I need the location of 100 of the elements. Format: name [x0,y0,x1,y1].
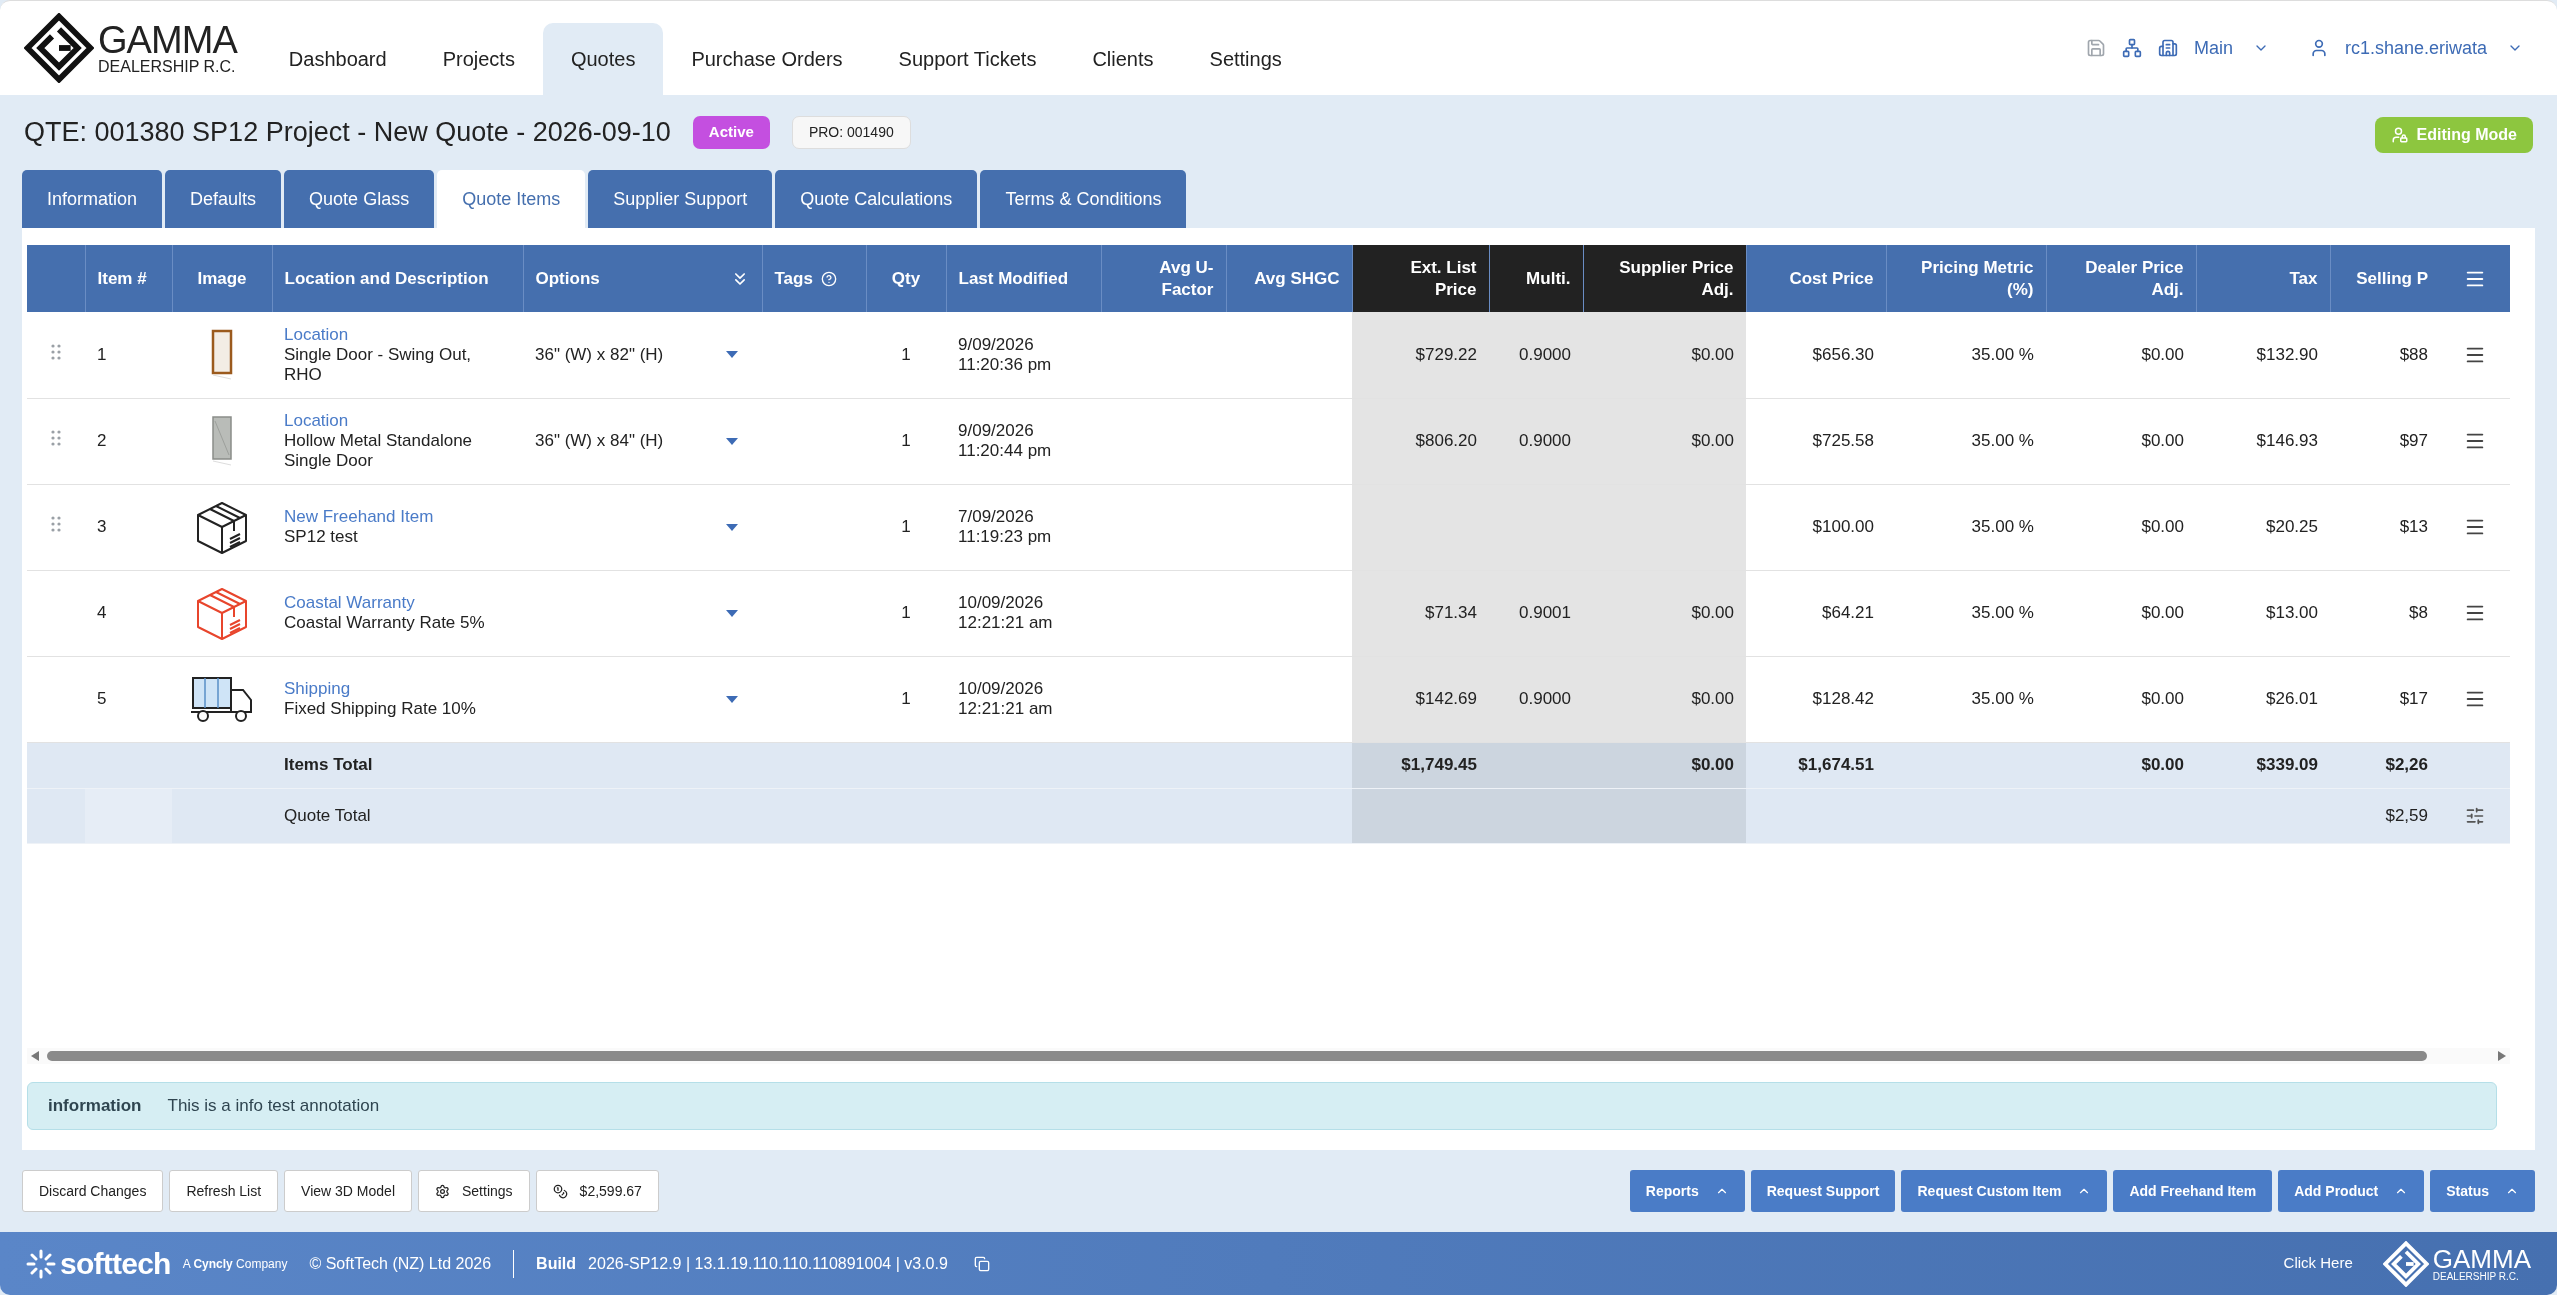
item-description: SP12 test [284,527,358,547]
total-value: $0.00 [2141,755,2184,775]
price-value: $132.90 [2256,345,2318,364]
project-chip[interactable]: PRO: 001490 [791,116,911,149]
action-button[interactable]: $2,599.67 [535,1170,659,1212]
action-button[interactable]: Add Product [2278,1170,2425,1212]
brand-subtitle: DEALERSHIP R.C. [98,59,237,75]
action-button[interactable]: Discard Changes [22,1170,164,1212]
column-header[interactable]: Ext. List Price [1352,245,1489,312]
help-icon[interactable] [820,270,837,287]
item-number: 3 [97,517,107,537]
price-value: $0.00 [1691,345,1734,364]
modified-time: 11:20:44 pm [958,441,1052,461]
build-version: 2026-SP12.9 | 13.1.19.110.110.110891004 | v3.0.9 [588,1253,948,1274]
action-button[interactable]: Request Custom Item [1901,1170,2108,1212]
price-value: 35.00 % [1971,431,2034,451]
tab[interactable]: Defaults [165,170,282,228]
price-value: 0.9000 [1519,431,1571,451]
user-lock-icon [2390,126,2409,144]
modified-date: 7/09/2026 [958,507,1034,527]
column-header[interactable]: Options [523,245,762,312]
price-value: 35.00 % [1971,345,2034,364]
drag-handle-icon[interactable] [51,516,61,533]
column-header[interactable]: Location and Description [272,245,523,312]
copy-icon[interactable] [973,1255,990,1272]
tab[interactable]: Supplier Support [588,170,773,228]
column-header[interactable]: Item # [85,245,172,312]
action-button[interactable]: Settings [418,1170,530,1212]
tab[interactable]: Information [22,170,163,228]
column-header[interactable]: Tags [762,245,866,312]
column-header[interactable]: Image [172,245,272,312]
column-header[interactable]: Avg U-Factor [1101,245,1226,312]
location-link[interactable]: New Freehand Item [284,507,434,527]
total-value: $2,59 [2385,805,2428,825]
column-header[interactable]: Last Modified [946,245,1101,312]
price-value: 0.9000 [1519,345,1571,364]
click-here-link[interactable]: Click Here [2283,1252,2353,1275]
horizontal-scrollbar[interactable] [27,1048,2510,1064]
dropdown-caret-icon[interactable] [726,609,738,617]
dropdown-caret-icon[interactable] [726,437,738,445]
tab[interactable]: Terms & Conditions [980,170,1187,228]
column-header[interactable]: Supplier Price Adj. [1583,245,1746,312]
tab[interactable]: Quote Glass [284,170,435,228]
action-button[interactable]: Refresh List [169,1170,279,1212]
action-button[interactable]: View 3D Model [284,1170,412,1212]
item-options: 36" (W) x 84" (H) [535,428,664,454]
item-number: 2 [97,431,107,451]
item-number: 5 [97,689,107,709]
footer-brand: softtech [60,1246,171,1282]
action-button[interactable]: Add Freehand Item [2113,1170,2273,1212]
total-value: $1,749.45 [1401,755,1477,775]
modified-date: 9/09/2026 [958,421,1034,441]
column-header[interactable]: Selling P [2330,245,2440,312]
column-header[interactable]: Cost Price [1746,245,1886,312]
column-header[interactable]: Dealer Price Adj. [2046,245,2196,312]
quote-title: QTE: 001380 SP12 Project - New Quote - 2026-09-10 [24,116,671,150]
item-number: 1 [97,345,107,364]
action-button[interactable]: Status [2430,1170,2535,1212]
building-icon [2157,38,2178,58]
user-menu[interactable]: rc1.shane.eriwata [2344,34,2523,62]
tab[interactable]: Quote Items [437,170,586,228]
tab[interactable]: Quote Calculations [775,170,978,228]
column-header[interactable]: Qty [866,245,946,312]
item-number: 4 [97,603,107,623]
price-value: $0.00 [2141,603,2184,623]
modified-date: 9/09/2026 [958,334,1034,355]
dropdown-caret-icon[interactable] [726,695,738,703]
nav-link[interactable]: Quotes [542,23,664,95]
sliders-icon[interactable] [2465,805,2485,826]
location-link[interactable]: Coastal Warranty [284,593,415,613]
price-value: $0.00 [1691,431,1734,451]
action-button[interactable]: Request Support [1750,1170,1896,1212]
drag-handle-icon[interactable] [51,430,61,447]
column-header[interactable]: Tax [2196,245,2330,312]
network-icon[interactable] [2121,38,2142,58]
footer-tagline: A Cyncly Company [182,1255,288,1273]
column-header[interactable]: Avg SHGC [1226,245,1352,312]
location-link[interactable]: Shipping [284,679,351,699]
location-link[interactable]: Location [284,411,349,431]
dropdown-caret-icon[interactable] [726,351,738,359]
quantity: 1 [901,603,911,623]
location-link[interactable]: Location [284,324,349,345]
price-value: $97 [2399,431,2428,451]
drag-handle-icon[interactable] [51,344,61,360]
total-value: $1,674.51 [1798,755,1874,775]
action-button[interactable]: Reports [1629,1170,1745,1212]
dropdown-caret-icon[interactable] [726,523,738,531]
scroll-right-icon[interactable] [2498,1051,2506,1061]
total-value: $0.00 [1691,755,1734,775]
column-header[interactable]: Pricing Metric (%) [1886,245,2046,312]
footer-logo-subtitle: DEALERSHIP R.C. [2432,1271,2520,1282]
build-label: Build [536,1253,577,1274]
scroll-left-icon[interactable] [31,1051,39,1061]
quantity: 1 [901,517,911,537]
column-header[interactable]: Multi. [1489,245,1583,312]
diamond-logo-icon [24,13,94,83]
branch-selector[interactable]: Main [2193,34,2269,62]
box-icon [194,499,250,555]
price-value: $725.58 [1812,431,1874,451]
item-description: Single Door - Swing Out, RHO [284,344,473,385]
